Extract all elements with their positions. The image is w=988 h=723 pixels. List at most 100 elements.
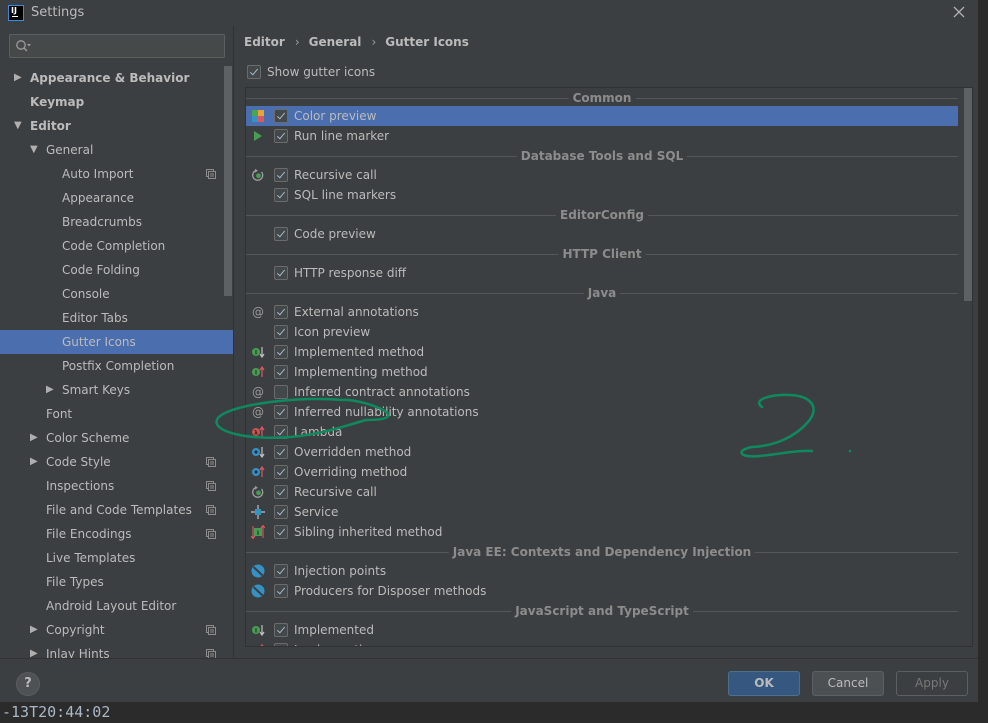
show-gutter-icons-checkbox[interactable] — [247, 65, 261, 79]
gutter-option-checkbox[interactable] — [274, 564, 288, 578]
gutter-option-row[interactable]: Overridden method — [246, 442, 958, 462]
gutter-option-checkbox[interactable] — [274, 643, 288, 646]
sidebar-item-code-folding[interactable]: Code Folding — [0, 258, 233, 282]
sidebar-item-label: Color Scheme — [46, 431, 130, 445]
gutter-option-checkbox[interactable] — [274, 365, 288, 379]
gutter-option-checkbox[interactable] — [274, 425, 288, 439]
gutter-option-row[interactable]: @ Inferred contract annotations — [246, 382, 958, 402]
sidebar-item-android-layout-editor[interactable]: Android Layout Editor — [0, 594, 233, 618]
sidebar-item-file-and-code-templates[interactable]: File and Code Templates — [0, 498, 233, 522]
sidebar-item-inspections[interactable]: Inspections — [0, 474, 233, 498]
gutter-option-row[interactable]: @ Inferred nullability annotations — [246, 402, 958, 422]
sidebar-item-editor[interactable]: ▼ Editor — [0, 114, 233, 138]
sidebar-item-label: Appearance — [62, 191, 135, 205]
sidebar-item-breadcrumbs[interactable]: Breadcrumbs — [0, 210, 233, 234]
collapsed-arrow-icon[interactable]: ▶ — [14, 66, 22, 90]
group-header: Java — [246, 284, 958, 302]
sidebar-item-live-templates[interactable]: Live Templates — [0, 546, 233, 570]
gutter-option-row[interactable]: Color preview — [246, 106, 958, 126]
svg-text:λ: λ — [254, 430, 258, 437]
sidebar-item-code-style[interactable]: ▶ Code Style — [0, 450, 233, 474]
gutter-option-row[interactable]: I Implemented method — [246, 342, 958, 362]
sidebar-item-editor-tabs[interactable]: Editor Tabs — [0, 306, 233, 330]
help-button[interactable]: ? — [16, 672, 40, 696]
gutter-option-checkbox[interactable] — [274, 385, 288, 399]
gutter-option-label: Implemented method — [294, 345, 425, 359]
gutter-option-checkbox[interactable] — [274, 465, 288, 479]
sidebar-item-auto-import[interactable]: Auto Import — [0, 162, 233, 186]
gutter-option-row[interactable]: Producers for Disposer methods — [246, 581, 958, 601]
gutter-option-row[interactable]: I Implementing — [246, 640, 958, 646]
sidebar-item-color-scheme[interactable]: ▶ Color Scheme — [0, 426, 233, 450]
gutter-option-checkbox[interactable] — [274, 129, 288, 143]
breadcrumb-item-general[interactable]: General — [309, 35, 362, 49]
breadcrumb-separator: › — [294, 35, 300, 49]
sidebar-item-file-types[interactable]: File Types — [0, 570, 233, 594]
sidebar-item-postfix-completion[interactable]: Postfix Completion — [0, 354, 233, 378]
gutter-option-row[interactable]: Overriding method — [246, 462, 958, 482]
sidebar-item-keymap[interactable]: Keymap — [0, 90, 233, 114]
sidebar-item-copyright[interactable]: ▶ Copyright — [0, 618, 233, 642]
gutter-option-row[interactable]: Injection points — [246, 561, 958, 581]
gutter-option-row[interactable]: Icon preview — [246, 322, 958, 342]
gutter-option-checkbox[interactable] — [274, 266, 288, 280]
sidebar-item-appearance-behavior[interactable]: ▶ Appearance & Behavior — [0, 66, 233, 90]
gutter-option-checkbox[interactable] — [274, 405, 288, 419]
gutter-option-checkbox[interactable] — [274, 188, 288, 202]
gutter-option-row[interactable]: @ External annotations — [246, 302, 958, 322]
gutter-option-checkbox[interactable] — [274, 584, 288, 598]
collapsed-arrow-icon[interactable]: ▶ — [30, 450, 38, 474]
sidebar-scrollbar[interactable] — [224, 66, 232, 296]
gutter-option-checkbox[interactable] — [274, 325, 288, 339]
gutter-option-row[interactable]: Recursive call — [246, 165, 958, 185]
gutter-option-row[interactable]: I Implementing method — [246, 362, 958, 382]
gutter-option-checkbox[interactable] — [274, 485, 288, 499]
run-marker-icon — [251, 129, 265, 143]
close-button[interactable] — [950, 3, 968, 21]
collapsed-arrow-icon[interactable]: ▶ — [30, 426, 38, 450]
sidebar-item-label: Android Layout Editor — [46, 599, 177, 613]
sidebar-item-smart-keys[interactable]: ▶ Smart Keys — [0, 378, 233, 402]
ok-button[interactable]: OK — [728, 671, 800, 696]
gutter-option-row[interactable]: Run line marker — [246, 126, 958, 146]
gutter-option-checkbox[interactable] — [274, 109, 288, 123]
gutter-option-row[interactable]: I Implemented — [246, 620, 958, 640]
expanded-arrow-icon[interactable]: ▼ — [14, 114, 22, 138]
gutter-option-row[interactable]: λ Lambda — [246, 422, 958, 442]
breadcrumb-item-editor[interactable]: Editor — [244, 35, 285, 49]
apply-button[interactable]: Apply — [896, 671, 968, 696]
collapsed-arrow-icon[interactable]: ▶ — [46, 378, 54, 402]
sidebar-item-appearance[interactable]: Appearance — [0, 186, 233, 210]
gutter-option-checkbox[interactable] — [274, 305, 288, 319]
gutter-option-checkbox[interactable] — [274, 168, 288, 182]
group-title: JavaScript and TypeScript — [511, 602, 693, 620]
collapsed-arrow-icon[interactable]: ▶ — [30, 618, 38, 642]
settings-search-input[interactable] — [36, 37, 216, 55]
gutter-option-checkbox[interactable] — [274, 227, 288, 241]
list-scrollbar[interactable] — [964, 88, 972, 301]
sidebar-item-general[interactable]: ▼ General — [0, 138, 233, 162]
sidebar-item-console[interactable]: Console — [0, 282, 233, 306]
gutter-option-label: Sibling inherited method — [294, 525, 443, 539]
gutter-option-row[interactable]: Service — [246, 502, 958, 522]
sidebar-item-gutter-icons[interactable]: Gutter Icons — [0, 330, 233, 354]
settings-search-box[interactable] — [9, 34, 225, 58]
gutter-option-row[interactable]: SQL line markers — [246, 185, 958, 205]
cancel-button[interactable]: Cancel — [812, 671, 884, 696]
gutter-option-checkbox[interactable] — [274, 623, 288, 637]
sidebar-item-code-completion[interactable]: Code Completion — [0, 234, 233, 258]
expanded-arrow-icon[interactable]: ▼ — [30, 138, 38, 162]
sidebar-item-file-encodings[interactable]: File Encodings — [0, 522, 233, 546]
gutter-option-row[interactable]: Recursive call — [246, 482, 958, 502]
gutter-option-label: Injection points — [294, 564, 387, 578]
gutter-option-checkbox[interactable] — [274, 345, 288, 359]
gutter-option-checkbox[interactable] — [274, 525, 288, 539]
gutter-option-row[interactable]: I Sibling inherited method — [246, 522, 958, 542]
sidebar-item-label: Appearance & Behavior — [30, 71, 190, 85]
sidebar-item-font[interactable]: Font — [0, 402, 233, 426]
gutter-option-checkbox[interactable] — [274, 445, 288, 459]
search-icon — [16, 40, 31, 52]
gutter-option-row[interactable]: HTTP response diff — [246, 263, 958, 283]
gutter-option-checkbox[interactable] — [274, 505, 288, 519]
gutter-option-row[interactable]: Code preview — [246, 224, 958, 244]
